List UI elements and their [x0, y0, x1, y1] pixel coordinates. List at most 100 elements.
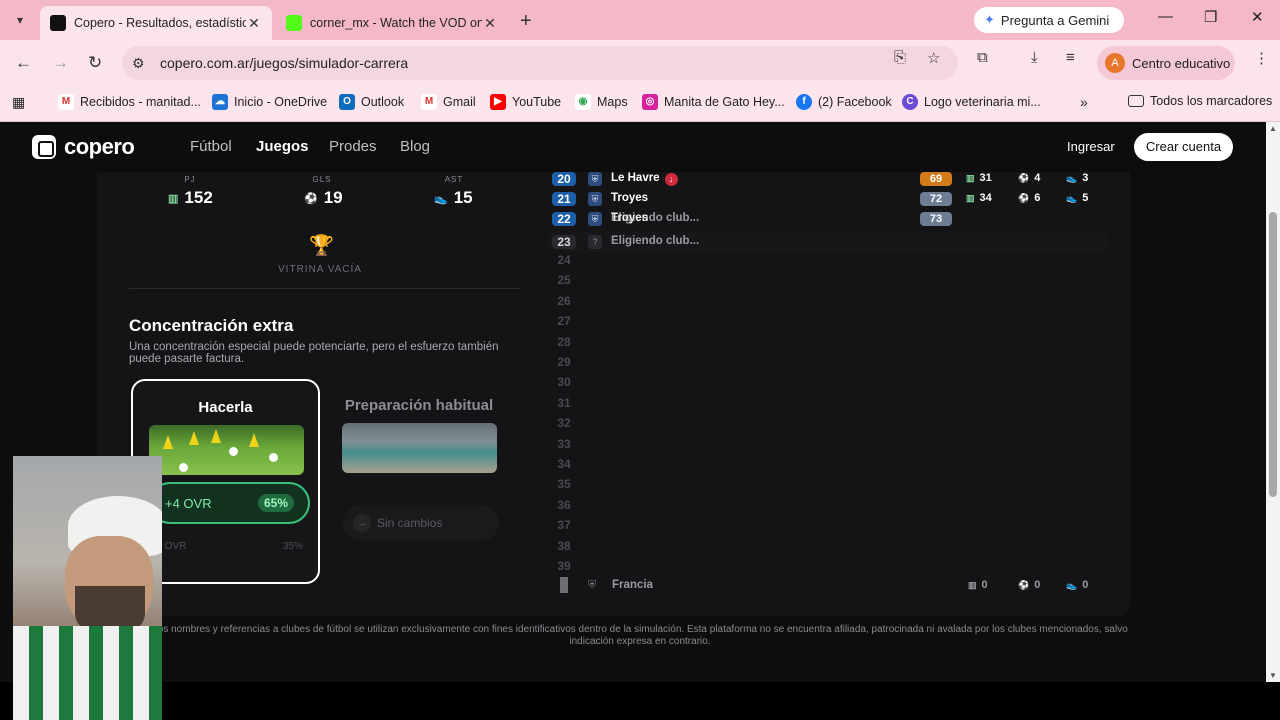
matches-icon: ▥ [168, 192, 179, 205]
ball-icon: ⚽ [1018, 580, 1030, 590]
tab-copero[interactable]: Copero - Resultados, estadística ✕ [40, 6, 272, 40]
year-badge: 28 [557, 334, 571, 349]
nav-blog[interactable]: Blog [400, 138, 430, 155]
gmail-icon: M [58, 94, 74, 110]
cone [163, 435, 173, 449]
bookmark-label: Logo veterinaria mi... [924, 95, 1041, 109]
nav-prodes[interactable]: Prodes [329, 138, 377, 155]
copero-favicon-icon [50, 15, 66, 31]
ball-icon: ⚽ [1018, 193, 1030, 203]
extensions-puzzle-icon[interactable]: ⧉ [977, 49, 988, 66]
career-row-current: 23 ? Eligiendo club... [548, 232, 1108, 252]
stat-pj-value: ▥ 152 [168, 188, 213, 208]
nation-gls-value: 0 [1034, 579, 1041, 591]
webcam-overlay [13, 456, 162, 720]
year-badge: 31 [557, 395, 571, 410]
year-badge: 23 [552, 235, 576, 249]
bookmark-instagram[interactable]: ◎ Manita de Gato Hey... [642, 94, 785, 110]
signup-button[interactable]: Crear cuenta [1134, 133, 1233, 161]
year-badge: 20 [552, 172, 576, 186]
year-badge: 22 [552, 212, 576, 226]
bottom-strip [0, 682, 1280, 720]
option-preparacion-card[interactable]: Preparación habitual → Sin cambios [333, 379, 505, 584]
minimize-icon[interactable]: — [1158, 8, 1173, 25]
negative-outcome-pct: 35% [282, 541, 303, 552]
year-badge: 29 [557, 355, 571, 369]
career-row-empty: 39 [548, 559, 1108, 579]
club-crest-icon: ⛨ [588, 212, 602, 226]
address-bar[interactable]: ⚙ copero.com.ar/juegos/simulador-carrera [122, 46, 958, 80]
window-close-icon[interactable]: ✕ [1251, 8, 1264, 26]
club-name: Eligiendo club... [611, 235, 700, 247]
forward-arrow-icon[interactable]: → [52, 53, 69, 73]
restore-icon[interactable]: ❐ [1204, 8, 1217, 26]
profile-button[interactable]: A Centro educativo [1097, 46, 1235, 80]
year-badge: 27 [557, 314, 571, 329]
gemini-button[interactable]: ✦ Pregunta a Gemini [974, 7, 1124, 33]
all-bookmarks-folder[interactable]: Todos los marcadores [1128, 94, 1272, 108]
bookmark-facebook[interactable]: f (2) Facebook [796, 94, 892, 110]
tab-search-chevron-icon[interactable]: ▾ [10, 10, 30, 30]
new-tab-plus-icon[interactable]: + [520, 10, 532, 33]
bookmark-gmail[interactable]: M Gmail [421, 94, 476, 110]
bookmark-outlook[interactable]: O Outlook [339, 94, 404, 110]
gemini-sparkle-icon: ✦ [984, 12, 995, 27]
nav-futbol[interactable]: Fútbol [190, 138, 232, 155]
cone [249, 433, 259, 447]
bookmark-youtube[interactable]: ▶ YouTube [490, 94, 561, 110]
year-badge: 39 [557, 559, 571, 573]
login-link[interactable]: Ingresar [1067, 139, 1115, 154]
scroll-up-arrow-icon[interactable]: ▲ [1266, 124, 1280, 133]
stat-ast-number: 15 [453, 188, 473, 207]
season-gls-value: 6 [1034, 192, 1041, 204]
tab-kick[interactable]: corner_mx - Watch the VOD on ✕ [276, 6, 508, 40]
page-scrollbar[interactable]: ▲ ▼ [1266, 122, 1280, 682]
back-arrow-icon[interactable]: ← [15, 53, 32, 73]
stat-ast-value: 👟 15 [434, 188, 473, 208]
scroll-down-arrow-icon[interactable]: ▼ [1266, 671, 1280, 680]
nav-juegos[interactable]: Juegos [256, 138, 309, 155]
arrow-right-icon: → [353, 514, 371, 532]
season-pj: ▥ 31 [966, 172, 992, 184]
kick-favicon-icon [286, 15, 302, 31]
close-tab-icon[interactable]: ✕ [482, 15, 498, 32]
season-pj-value: 34 [979, 192, 992, 204]
bookmark-logo-veterinaria[interactable]: C Logo veterinaria mi... [902, 94, 1041, 110]
bookmark-gmail-inbox[interactable]: M Recibidos - manitad... [58, 94, 201, 110]
instagram-icon: ◎ [642, 94, 658, 110]
ball-icon: ⚽ [1018, 173, 1030, 183]
nation-flag [560, 577, 568, 593]
apps-grid-icon[interactable]: ▦ [12, 94, 25, 111]
positive-outcome-pct: 65% [257, 494, 294, 512]
bookmark-onedrive[interactable]: ☁ Inicio - OneDrive [212, 94, 327, 110]
site-info-icon[interactable]: ⚙ [132, 55, 160, 72]
site-header: copero Fútbol Juegos Prodes Blog Ingresa… [0, 122, 1266, 172]
season-pj-value: 31 [979, 172, 992, 184]
scrollbar-thumb[interactable] [1269, 212, 1277, 497]
tab-title: corner_mx - Watch the VOD on [310, 16, 482, 30]
career-row-empty: 25 [548, 273, 1108, 293]
club-crest-icon: ⛨ [588, 172, 602, 186]
bookmark-maps[interactable]: ◉ Maps [575, 94, 628, 110]
bookmark-label: Outlook [361, 95, 405, 109]
cone [211, 429, 221, 443]
menu-kebab-icon[interactable]: ⋮ [1254, 49, 1269, 67]
negative-outcome: -3 OVR 35% [153, 541, 303, 552]
bookmark-star-icon[interactable]: ☆ [927, 49, 940, 67]
copero-logo[interactable]: copero [32, 134, 135, 160]
bookmark-label: YouTube [512, 95, 562, 109]
nation-ast-value: 0 [1082, 579, 1089, 591]
close-tab-icon[interactable]: ✕ [246, 15, 262, 32]
downloads-icon[interactable]: ⤓ [1031, 49, 1038, 66]
reload-icon[interactable]: ↻ [88, 53, 102, 73]
more-bookmarks-chevron-icon[interactable]: » [1080, 94, 1088, 110]
year-badge: 37 [557, 518, 571, 533]
install-app-icon[interactable]: ⎘ [894, 49, 906, 66]
club-name: Le Havre ↓ [611, 172, 678, 186]
event-title: Concentración extra [129, 316, 294, 335]
career-row-empty: 28 [548, 335, 1108, 355]
career-row: 20 ⛨ Le Havre ↓ 69 ▥ 31 ⚽ 4 👟 3 [548, 172, 1108, 192]
media-controls-icon[interactable]: ≡ [1066, 49, 1075, 66]
facebook-icon: f [796, 94, 812, 110]
year-badge: 34 [557, 457, 571, 471]
